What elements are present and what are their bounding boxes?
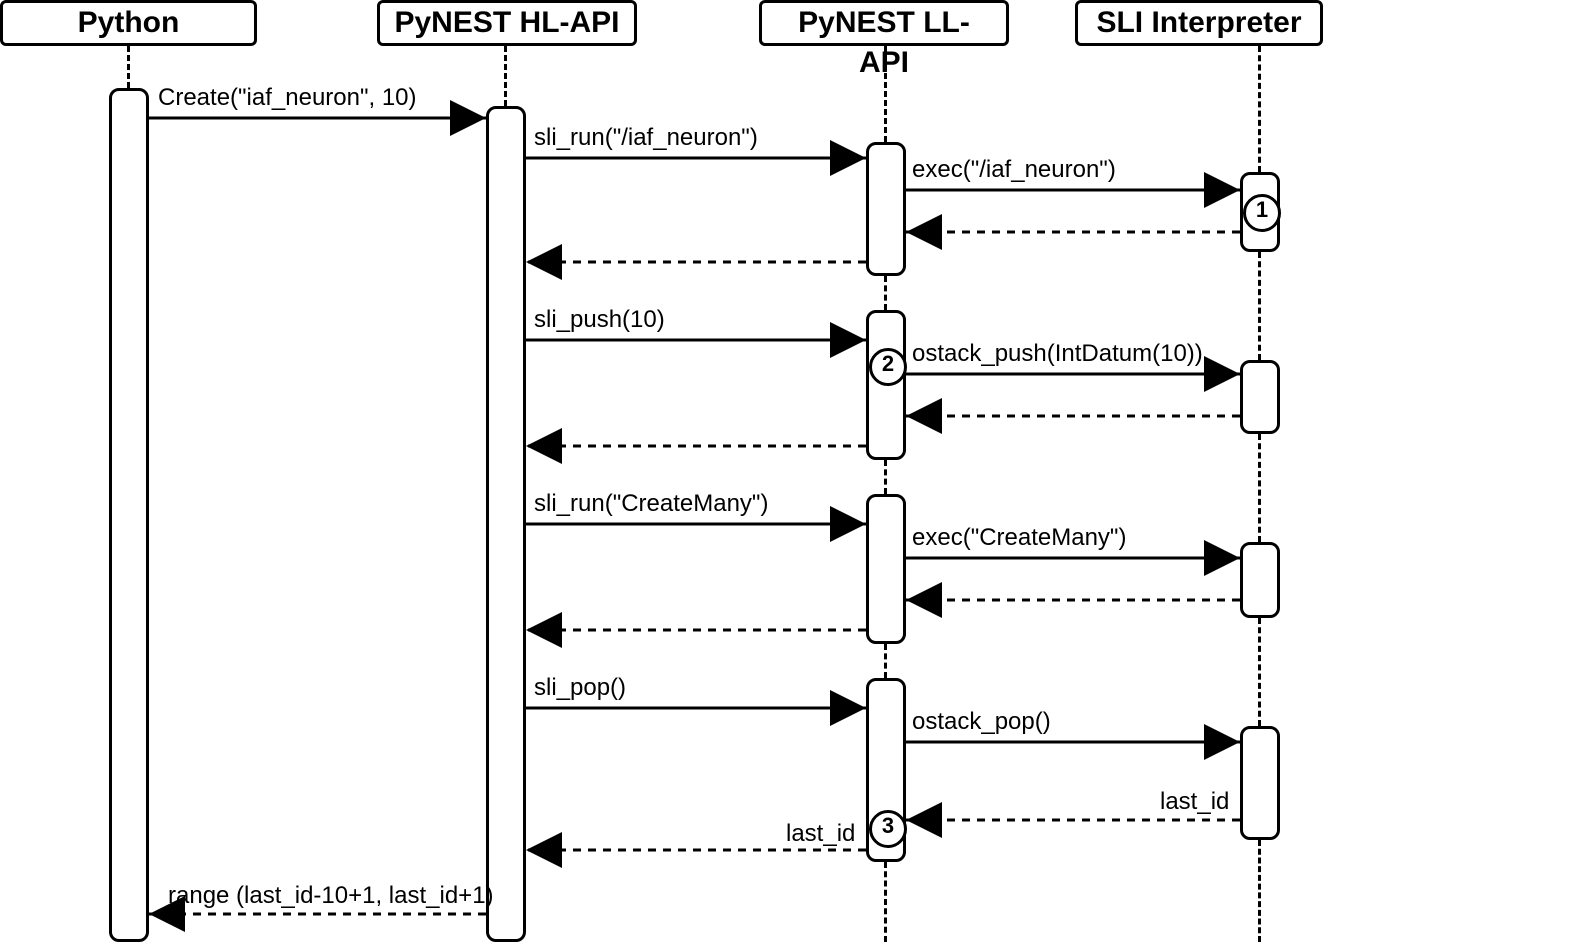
msg-sli-run-iaf: sli_run("/iaf_neuron") [534,124,758,152]
lifeline-sli-gap2 [1258,434,1261,542]
note-circle-3: 3 [869,810,907,848]
activation-sli-4 [1240,726,1280,840]
msg-ostack-push: ostack_push(IntDatum(10)) [912,340,1203,368]
msg-ostack-pop: ostack_pop() [912,708,1051,736]
msg-last-id-2: last_id [786,820,855,848]
participant-sli: SLI Interpreter [1075,0,1323,46]
lifeline-llapi-gap3 [884,644,887,678]
lifeline-sli-top [1258,46,1261,172]
activation-python [109,88,149,942]
lifeline-sli-gap1 [1258,252,1261,360]
lifeline-python-top [127,46,130,88]
activation-sli-2 [1240,360,1280,434]
lifeline-sli-gap3 [1258,618,1261,726]
participant-llapi: PyNEST LL-API [759,0,1009,46]
msg-sli-push: sli_push(10) [534,306,665,334]
sequence-diagram: Python PyNEST HL-API PyNEST LL-API SLI I… [0,0,1582,942]
msg-range: range (last_id-10+1, last_id+1) [168,882,494,910]
activation-llapi-3 [866,494,906,644]
lifeline-sli-bot [1258,840,1261,942]
participant-hlapi: PyNEST HL-API [377,0,637,46]
msg-exec-iaf: exec("/iaf_neuron") [912,156,1116,184]
msg-last-id-1: last_id [1160,788,1229,816]
arrows-layer [0,0,1582,942]
note-circle-1: 1 [1243,194,1281,232]
lifeline-llapi-bot [884,862,887,942]
participant-python: Python [0,0,257,46]
msg-exec-cm: exec("CreateMany") [912,524,1126,552]
activation-llapi-1 [866,142,906,276]
lifeline-llapi-top [884,46,887,142]
msg-sli-run-cm: sli_run("CreateMany") [534,490,768,518]
activation-hlapi [486,106,526,942]
lifeline-hlapi-top [504,46,507,106]
lifeline-llapi-gap1 [884,276,887,310]
activation-sli-3 [1240,542,1280,618]
note-circle-2: 2 [869,348,907,386]
msg-create: Create("iaf_neuron", 10) [158,84,417,112]
lifeline-llapi-gap2 [884,460,887,494]
msg-sli-pop: sli_pop() [534,674,626,702]
